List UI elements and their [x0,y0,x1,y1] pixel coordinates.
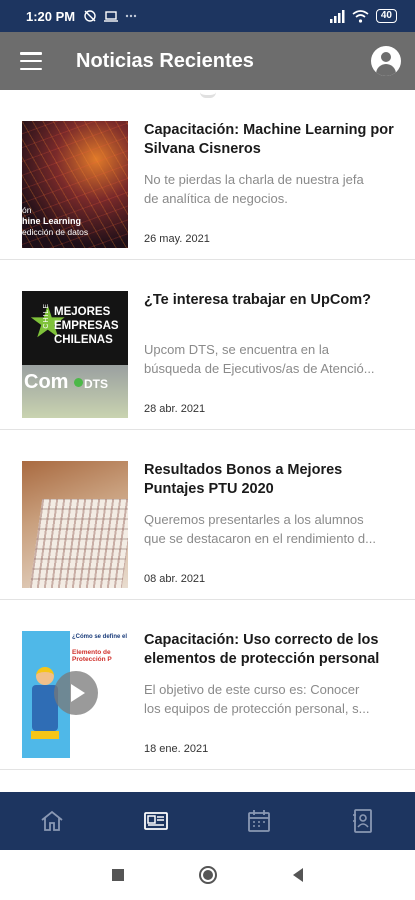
page-title: Noticias Recientes [76,49,254,72]
signal-icon [329,9,345,23]
news-summary: El objetivo de este curso es: Conocer lo… [144,682,370,716]
laptop-icon [104,11,119,22]
home-icon [41,810,63,831]
wifi-icon [352,9,369,23]
news-item[interactable]: ★ CHILE MEJORES EMPRESAS CHILENAS Com DT… [0,260,415,430]
menu-icon[interactable] [20,52,42,70]
play-video-icon[interactable] [54,671,98,715]
bottom-nav [0,792,415,850]
news-date: 08 abr. 2021 [144,573,206,585]
app-bar: Noticias Recientes [0,32,415,90]
account-circle-icon[interactable] [371,46,401,76]
calendar-icon [248,810,271,832]
nav-contacts[interactable] [311,792,415,850]
news-title: ¿Te interesa trabajar en UpCom? [144,292,371,308]
status-icons-right: 40 [329,9,397,23]
news-item[interactable]: ón hine Learning edicción de datos Capac… [0,90,415,260]
status-icons-left [83,9,137,23]
contacts-icon [353,809,373,833]
status-time: 1:20 PM [26,8,76,24]
news-summary: Queremos presentarles a los alumnos que … [144,512,376,546]
thumbnail-caption: MEJORES EMPRESAS CHILENAS [54,306,119,346]
news-thumbnail: ★ CHILE MEJORES EMPRESAS CHILENAS Com DT… [22,291,128,418]
news-thumbnail [22,461,128,588]
news-date: 28 abr. 2021 [144,403,206,415]
dots-icon [125,14,137,18]
thumbnail-caption: ón hine Learning edicción de datos [22,205,89,237]
news-date: 18 ene. 2021 [144,743,209,755]
system-nav-bar [0,850,415,900]
nav-home[interactable] [0,792,104,850]
news-icon [143,812,168,830]
news-thumbnail: ón hine Learning edicción de datos [22,121,128,248]
circle-icon [198,866,217,884]
news-date: 26 may. 2021 [144,233,210,245]
news-title: Capacitación: Machine Learning por Silva… [144,122,394,157]
news-title: Capacitación: Uso correcto de los elemen… [144,632,380,667]
news-summary: No te pierdas la charla de nuestra jefa … [144,172,364,206]
news-item[interactable]: Resultados Bonos a Mejores Puntajes PTU … [0,430,415,600]
recents-button[interactable] [108,865,128,885]
alarm-off-icon [84,10,96,22]
battery-icon: 40 [375,9,397,23]
home-button[interactable] [198,865,218,885]
square-icon [111,869,124,881]
back-button[interactable] [288,865,308,885]
triangle-back-icon [292,868,303,882]
nav-calendar[interactable] [208,792,312,850]
nav-news[interactable] [104,792,208,850]
news-summary: Upcom DTS, se encuentra en la búsqueda d… [144,342,375,376]
news-title: Resultados Bonos a Mejores Puntajes PTU … [144,462,343,497]
status-bar: 1:20 PM 40 [0,0,415,32]
